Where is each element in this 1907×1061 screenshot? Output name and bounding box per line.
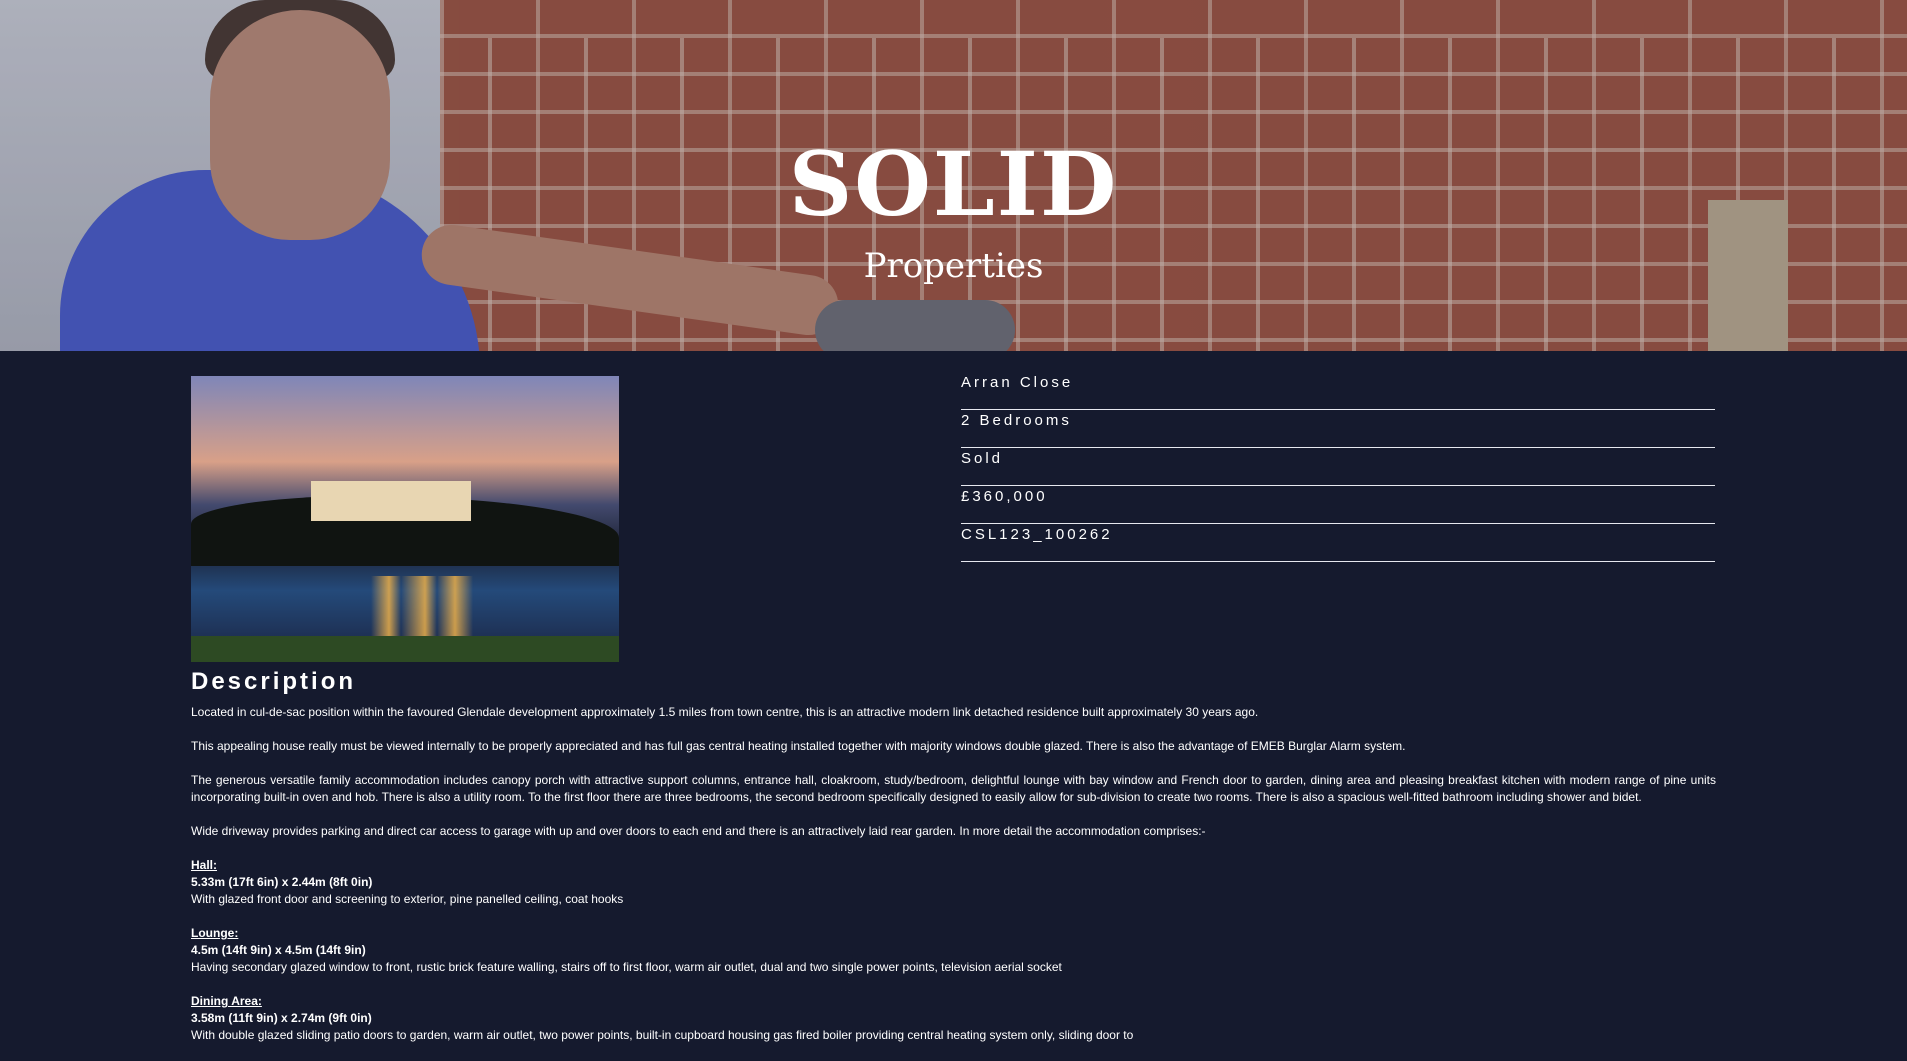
photo-grass <box>191 636 619 662</box>
brand-title: SOLID <box>788 132 1119 236</box>
property-status: Sold <box>961 450 1004 467</box>
room-name: Hall: <box>191 858 218 872</box>
brand-subtitle: Properties <box>863 246 1044 286</box>
room-text: Having secondary glazed window to front,… <box>191 960 1062 974</box>
property-price-row: £360,000 <box>961 486 1715 524</box>
room-text: With double glazed sliding patio doors t… <box>191 1028 1134 1042</box>
property-address-row: Arran Close <box>961 372 1715 410</box>
brand-logo[interactable]: SOLID Properties <box>0 140 1907 286</box>
hero-banner: SOLID Properties <box>0 0 1907 351</box>
property-reference-row: CSL123_100262 <box>961 524 1715 562</box>
description-section: Description Located in cul-de-sac positi… <box>191 668 1716 1061</box>
description-heading: Description <box>191 668 357 695</box>
property-price: £360,000 <box>961 488 1048 505</box>
property-details: Arran Close 2 Bedrooms Sold £360,000 CSL… <box>961 372 1715 562</box>
room-size: 5.33m (17ft 6in) x 2.44m (8ft 0in) <box>191 875 373 889</box>
room-name: Dining Area: <box>191 994 262 1008</box>
room-hall: Hall: 5.33m (17ft 6in) x 2.44m (8ft 0in)… <box>191 857 1716 908</box>
room-dining-area: Dining Area: 3.58m (11ft 9in) x 2.74m (9… <box>191 993 1716 1044</box>
property-photo[interactable] <box>191 376 619 662</box>
room-text: With glazed front door and screening to … <box>191 892 624 906</box>
room-size: 4.5m (14ft 9in) x 4.5m (14ft 9in) <box>191 943 366 957</box>
description-paragraph: The generous versatile family accommodat… <box>191 773 1716 804</box>
photo-house <box>311 481 471 521</box>
room-size: 3.58m (11ft 9in) x 2.74m (9ft 0in) <box>191 1011 372 1025</box>
property-bedrooms-row: 2 Bedrooms <box>961 410 1715 448</box>
room-name: Lounge: <box>191 926 239 940</box>
room-lounge: Lounge: 4.5m (14ft 9in) x 4.5m (14ft 9in… <box>191 925 1716 976</box>
property-bedrooms: 2 Bedrooms <box>961 412 1072 429</box>
property-status-row: Sold <box>961 448 1715 486</box>
photo-reflections <box>371 576 491 636</box>
description-paragraph: Located in cul-de-sac position within th… <box>191 705 1259 719</box>
description-paragraph: Wide driveway provides parking and direc… <box>191 824 1206 838</box>
property-address: Arran Close <box>961 374 1074 391</box>
description-paragraph: This appealing house really must be view… <box>191 739 1406 753</box>
property-reference: CSL123_100262 <box>961 526 1113 543</box>
